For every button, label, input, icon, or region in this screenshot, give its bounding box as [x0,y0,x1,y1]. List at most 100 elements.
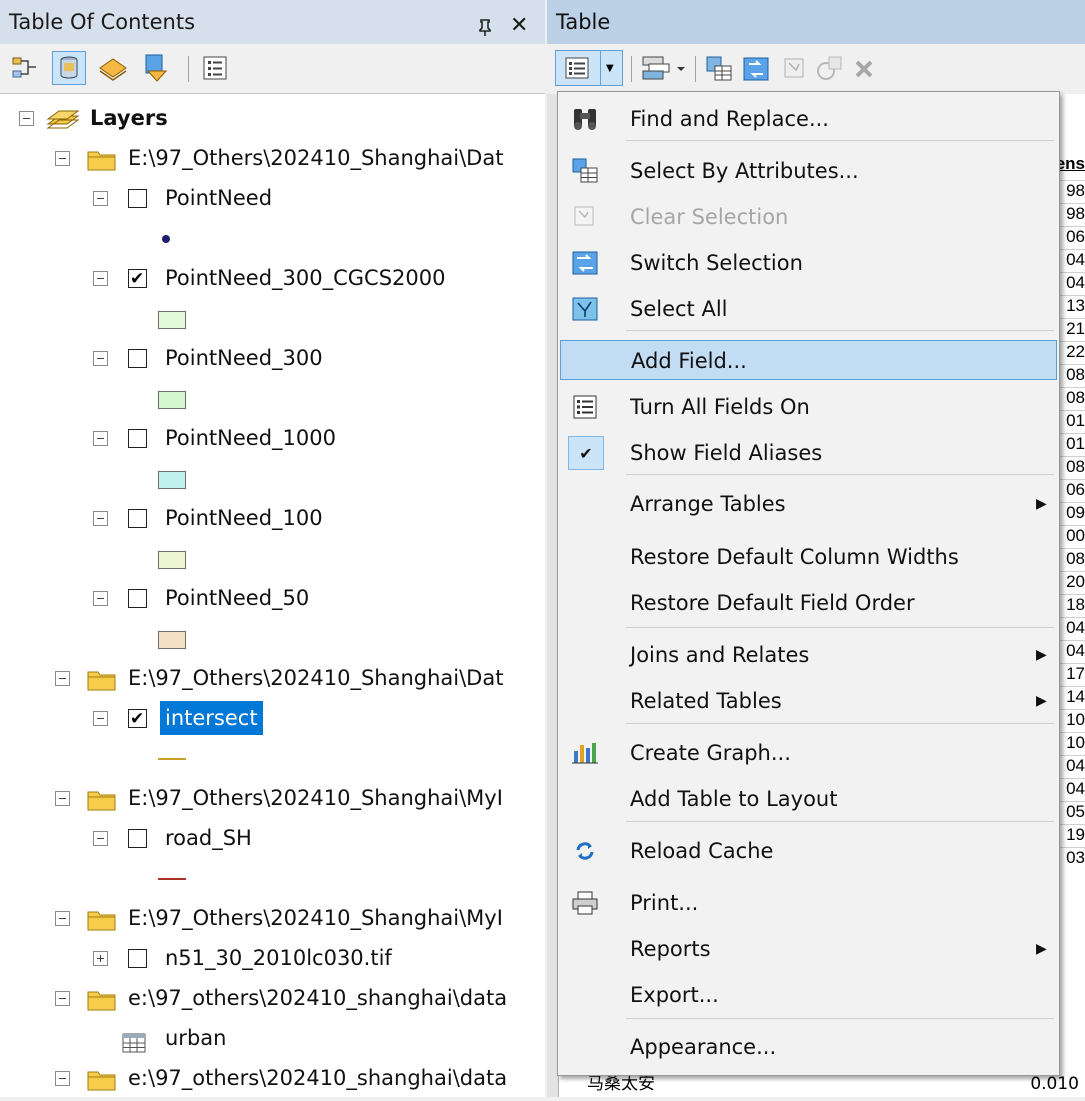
layer-visibility-checkbox[interactable] [128,509,147,528]
menu-item-arrange-tables[interactable]: Arrange Tables ▶ [560,484,1057,524]
menu-item-create-graph[interactable]: Create Graph... [560,733,1057,773]
layer-name: PointNeed_1000 [165,426,336,450]
tree-group[interactable]: E:\97_Others\202410_Shanghai\MyI [0,781,545,815]
menu-item-export[interactable]: Export... [560,975,1057,1015]
collapse-toggle[interactable] [93,431,108,446]
menu-item-add-table-to-layout[interactable]: Add Table to Layout [560,779,1057,819]
layer-visibility-checkbox[interactable] [128,262,147,296]
collapse-toggle[interactable] [55,791,70,806]
select-by-attributes-icon[interactable] [703,54,735,84]
expand-toggle[interactable] [93,951,108,966]
line-symbol [158,878,186,880]
menu-item-joins-and-relates[interactable]: Joins and Relates ▶ [560,635,1057,675]
layer-row[interactable]: road_SH [0,821,545,855]
layer-visibility-checkbox[interactable] [128,829,147,848]
bar-chart-icon [570,739,600,767]
table-options-button[interactable]: ▼ [555,50,623,86]
layer-row[interactable]: PointNeed_100 [0,501,545,535]
tree-group[interactable]: E:\97_Others\202410_Shanghai\MyI [0,901,545,935]
polygon-symbol [158,551,186,569]
menu-item-label: Find and Replace... [630,107,829,131]
collapse-toggle[interactable] [93,511,108,526]
menu-item-select-by-attributes[interactable]: Select By Attributes... [560,151,1057,191]
collapse-toggle[interactable] [93,711,108,726]
grid-column-header[interactable]: ens [1056,154,1085,174]
menu-item-reports[interactable]: Reports ▶ [560,929,1057,969]
printer-icon [570,889,600,917]
layer-name: n51_30_2010lc030.tif [165,946,392,970]
collapse-toggle[interactable] [19,111,34,126]
menu-item-label: Select By Attributes... [630,159,859,183]
tree-group[interactable]: e:\97_others\202410_shanghai\data [0,981,545,1015]
table-icon [122,1029,146,1063]
polygon-symbol [158,471,186,489]
layer-row[interactable]: PointNeed_1000 [0,421,545,455]
menu-item-related-tables[interactable]: Related Tables ▶ [560,681,1057,721]
toc-title-bar: Table Of Contents ✕ [0,0,545,44]
tree-group[interactable]: e:\97_others\202410_shanghai\data [0,1061,545,1095]
collapse-toggle[interactable] [93,351,108,366]
menu-item-restore-default-column-widths[interactable]: Restore Default Column Widths [560,537,1057,577]
layer-row[interactable]: PointNeed_300_CGCS2000 [0,261,545,296]
layer-row[interactable]: n51_30_2010lc030.tif [0,941,545,975]
layer-visibility-checkbox[interactable] [128,189,147,208]
menu-item-label: Select All [630,297,728,321]
menu-item-add-field[interactable]: Add Field... [560,340,1057,380]
layer-visibility-checkbox[interactable] [128,349,147,368]
menu-item-restore-default-field-order[interactable]: Restore Default Field Order [560,583,1057,623]
options-icon[interactable] [198,51,232,85]
layer-visibility-checkbox[interactable] [128,702,147,736]
layer-row[interactable]: PointNeed_50 [0,581,545,615]
binoculars-icon [570,105,600,133]
collapse-toggle[interactable] [55,991,70,1006]
list-by-drawing-order-icon[interactable] [8,51,42,85]
menu-item-label: Show Field Aliases [630,441,823,465]
folder-icon [87,1067,117,1091]
layer-row[interactable]: PointNeed [0,181,545,215]
list-by-source-icon[interactable] [52,51,86,85]
tree-group[interactable]: E:\97_Others\202410_Shanghai\Dat [0,141,545,175]
tree-group[interactable]: E:\97_Others\202410_Shanghai\Dat [0,661,545,695]
folder-icon [87,147,117,171]
list-by-visibility-icon[interactable] [96,51,130,85]
clear-selection-icon [781,54,809,84]
layer-visibility-checkbox[interactable] [128,429,147,448]
group-path: E:\97_Others\202410_Shanghai\MyI [128,786,503,810]
tree-root[interactable]: Layers [0,101,540,135]
collapse-toggle[interactable] [93,591,108,606]
menu-item-reload-cache[interactable]: Reload Cache [560,831,1057,871]
collapse-toggle[interactable] [55,151,70,166]
menu-item-print[interactable]: Print... [560,883,1057,923]
close-icon[interactable]: ✕ [510,4,528,48]
table-name: urban [165,1026,227,1050]
menu-item-label: Restore Default Field Order [630,591,915,615]
switch-selection-icon[interactable] [741,54,773,84]
point-symbol [162,235,170,243]
menu-item-select-all[interactable]: Select All [560,289,1057,329]
menu-item-label: Restore Default Column Widths [630,545,959,569]
menu-item-find-and-replace[interactable]: Find and Replace... [560,99,1057,139]
menu-item-switch-selection[interactable]: Switch Selection [560,243,1057,283]
list-by-selection-icon[interactable] [140,51,174,85]
table-options-menu: Find and Replace... Select By Attributes.… [557,91,1060,1076]
layer-row[interactable]: PointNeed_300 [0,341,545,375]
collapse-toggle[interactable] [55,671,70,686]
layer-row[interactable]: intersect [0,701,545,736]
layer-visibility-checkbox[interactable] [128,949,147,968]
submenu-arrow-icon: ▶ [1036,941,1047,957]
menu-item-appearance[interactable]: Appearance... [560,1027,1057,1067]
collapse-toggle[interactable] [93,831,108,846]
line-symbol [158,758,186,760]
menu-item-show-field-aliases[interactable]: ✔ Show Field Aliases [560,433,1057,473]
collapse-toggle[interactable] [55,1071,70,1086]
layer-visibility-checkbox[interactable] [128,589,147,608]
collapse-toggle[interactable] [93,271,108,286]
table-row-item[interactable]: urban [0,1021,545,1055]
menu-item-turn-all-fields-on[interactable]: Turn All Fields On [560,387,1057,427]
toc-title: Table Of Contents [9,10,196,34]
collapse-toggle[interactable] [55,911,70,926]
grid-cell-value: 0.010 [1030,1074,1079,1094]
layer-name-selected[interactable]: intersect [160,701,263,735]
collapse-toggle[interactable] [93,191,108,206]
related-tables-button[interactable] [641,54,687,84]
